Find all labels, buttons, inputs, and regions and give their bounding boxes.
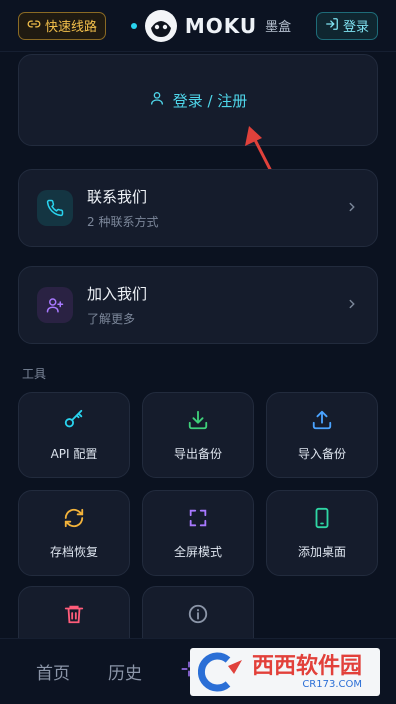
- header-login-button[interactable]: 登录: [315, 11, 378, 40]
- info-icon: [187, 603, 209, 629]
- export-backup-button[interactable]: 导出备份: [142, 392, 254, 478]
- fullscreen-button[interactable]: 全屏模式: [142, 490, 254, 576]
- import-backup-label: 导入备份: [297, 446, 346, 461]
- contact-us-row[interactable]: 联系我们 2 种联系方式: [18, 169, 378, 247]
- phone-icon: [311, 507, 333, 533]
- top-header: 快速线路 MOKU 墨盒 登录: [0, 0, 396, 52]
- login-register-card[interactable]: 登录 / 注册: [18, 54, 378, 146]
- join-us-title: 加入我们: [87, 285, 148, 303]
- user-plus-icon: [37, 287, 73, 323]
- fullscreen-label: 全屏模式: [173, 544, 222, 559]
- tools-section-label: 工具: [22, 367, 47, 381]
- export-backup-label: 导出备份: [173, 446, 222, 461]
- brand: MOKU 墨盒: [130, 9, 292, 42]
- contact-us-title: 联系我们: [87, 188, 148, 206]
- restore-save-button[interactable]: 存档恢复: [18, 490, 130, 576]
- refresh-icon: [63, 507, 85, 533]
- login-icon: [325, 17, 339, 35]
- brand-subtitle: 墨盒: [265, 20, 292, 35]
- restore-save-label: 存档恢复: [49, 544, 98, 559]
- trash-icon: [63, 603, 85, 629]
- join-us-row[interactable]: 加入我们 了解更多: [18, 266, 378, 344]
- upload-icon: [311, 409, 333, 435]
- tab-history[interactable]: 历史: [108, 659, 142, 684]
- watermark-text: 西西软件园: [252, 653, 363, 679]
- brand-name: MOKU: [184, 13, 258, 38]
- chevron-right-icon: [345, 199, 359, 218]
- moku-logo: [144, 9, 177, 42]
- add-to-desktop-label: 添加桌面: [297, 544, 346, 559]
- login-register-label: 登录 / 注册: [172, 91, 248, 110]
- phone-call-icon: [37, 190, 73, 226]
- download-icon: [187, 409, 209, 435]
- fullscreen-icon: [187, 507, 209, 533]
- link-icon: [27, 17, 41, 35]
- quick-route-button[interactable]: 快速线路: [18, 11, 107, 40]
- api-config-button[interactable]: API 配置: [18, 392, 130, 478]
- join-us-subtitle: 了解更多: [87, 312, 136, 326]
- import-backup-button[interactable]: 导入备份: [266, 392, 378, 478]
- chevron-right-icon: [345, 296, 359, 315]
- add-to-desktop-button[interactable]: 添加桌面: [266, 490, 378, 576]
- watermark-logo-icon: [198, 652, 242, 692]
- contact-us-subtitle: 2 种联系方式: [87, 215, 159, 229]
- status-dot: [130, 22, 137, 29]
- header-login-label: 登录: [342, 20, 369, 35]
- tab-home[interactable]: 首页: [36, 659, 70, 684]
- watermark-subtext: CR173.COM: [302, 678, 363, 690]
- api-config-label: API 配置: [50, 446, 98, 461]
- quick-route-label: 快速线路: [45, 20, 98, 35]
- user-icon: [149, 90, 165, 110]
- key-icon: [63, 409, 85, 435]
- site-watermark: 西西软件园 CR173.COM: [190, 648, 380, 696]
